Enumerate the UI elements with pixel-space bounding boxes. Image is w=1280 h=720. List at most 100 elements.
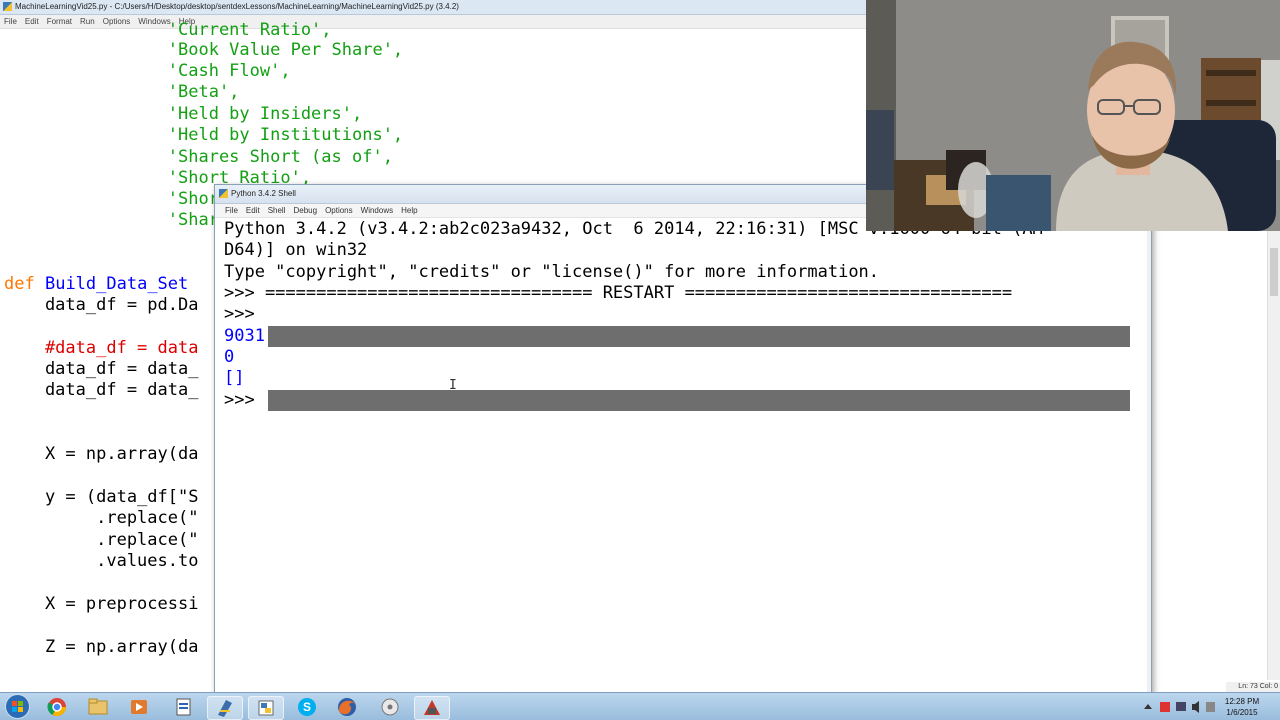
code-line: Z = np.array(da xyxy=(4,637,199,657)
code-string: 'Beta', xyxy=(167,82,240,102)
show-hidden-icons-icon xyxy=(1144,704,1152,709)
code-line: 'Held by Insiders', xyxy=(4,104,362,125)
shell-menu-shell[interactable]: Shell xyxy=(264,204,290,217)
shell-window: Python 3.4.2 Shell File Edit Shell Debug Opt… xyxy=(214,184,1152,694)
shell-restart-line: >>> ================================ RES… xyxy=(224,283,1013,303)
editor-scrollbar[interactable] xyxy=(1267,230,1280,680)
clock-time: 12:28 PM xyxy=(1224,697,1260,706)
webcam-overlay xyxy=(866,0,1280,231)
selection-highlight xyxy=(268,326,1130,347)
pdf-document-icon xyxy=(176,698,191,716)
code-keyword: def xyxy=(4,274,35,294)
network-icon xyxy=(1176,702,1186,711)
shell-menu-debug[interactable]: Debug xyxy=(289,204,321,217)
idle-editor-icon xyxy=(218,700,232,717)
code-line: 'Cash Flow', xyxy=(4,61,291,82)
camera-app-icon xyxy=(424,700,440,715)
taskbar-disk-tool[interactable] xyxy=(373,696,407,718)
taskbar-idle-editor[interactable] xyxy=(207,696,243,720)
taskbar-media-player[interactable] xyxy=(122,696,156,718)
svg-text:S: S xyxy=(303,700,311,714)
code-line: .replace(" xyxy=(4,508,199,528)
code-line: X = preprocessi xyxy=(4,594,199,614)
code-line-def: def Build_Data_Set xyxy=(4,274,188,295)
shell-output-line: 9031 xyxy=(224,326,265,346)
code-string: 'Held by Institutions', xyxy=(167,125,404,145)
media-player-icon xyxy=(131,700,147,714)
clock-date: 1/6/2015 xyxy=(1226,708,1258,717)
shell-output[interactable]: Python 3.4.2 (v3.4.2:ab2c023a9432, Oct 6… xyxy=(215,218,1151,693)
shell-menu-edit[interactable]: Edit xyxy=(242,204,264,217)
code-line: 'Beta', xyxy=(4,82,240,103)
code-line: 'Short xyxy=(4,189,229,210)
tray-icons xyxy=(1144,701,1215,713)
shell-menu-windows[interactable]: Windows xyxy=(357,204,397,217)
python-icon xyxy=(219,189,228,198)
code-line: data_df = pd.Da xyxy=(4,295,199,315)
flag-icon xyxy=(1160,702,1170,712)
text-cursor-icon: I xyxy=(449,378,457,393)
shell-menu-help[interactable]: Help xyxy=(397,204,421,217)
code-line: y = (data_df["S xyxy=(4,487,199,507)
shell-title: Python 3.4.2 Shell xyxy=(231,189,296,198)
code-line: .replace(" xyxy=(4,530,199,550)
code-line: data_df = data_ xyxy=(4,359,199,379)
code-line: 'Held by Institutions', xyxy=(4,125,403,146)
code-line: .values.to xyxy=(4,551,199,571)
editor-status: Ln: 73 Col: 0 xyxy=(1226,682,1280,692)
code-string: 'Held by Insiders', xyxy=(167,104,363,124)
taskbar: S 12:28 PM 1/6/2015 xyxy=(0,692,1280,720)
skype-icon: S xyxy=(298,698,316,716)
shell-menu-file[interactable]: File xyxy=(221,204,242,217)
taskbar-clock[interactable]: 12:28 PM 1/6/2015 xyxy=(1222,696,1262,718)
shell-menu-options[interactable]: Options xyxy=(321,204,357,217)
code-line: 'Shares Short (as of', xyxy=(4,147,393,168)
folder-icon xyxy=(88,698,108,715)
code-line: 'Book Value Per Share', xyxy=(4,40,403,61)
code-function-name: Build_Data_Set xyxy=(44,274,189,294)
start-button-icon[interactable] xyxy=(5,694,30,719)
firefox-icon xyxy=(338,698,356,716)
shell-banner-line: D64)] on win32 xyxy=(224,240,368,260)
display-icon xyxy=(1206,702,1215,712)
code-string: 'Current Ratio', xyxy=(167,20,332,40)
taskbar-pdf[interactable] xyxy=(166,696,200,718)
code-line: data_df = data_ xyxy=(4,380,199,400)
shell-scrollbar[interactable] xyxy=(1147,218,1151,693)
code-string: 'Book Value Per Share', xyxy=(167,40,404,60)
python-icon xyxy=(3,2,12,11)
desktop-screen: MachineLearningVid25.py - C:/Users/H/Des… xyxy=(0,0,1280,720)
chrome-icon xyxy=(47,698,66,717)
taskbar-skype[interactable]: S xyxy=(290,696,324,718)
code-line: 'Current Ratio', xyxy=(4,20,332,41)
shell-banner-line: Type "copyright", "credits" or "license(… xyxy=(224,262,880,282)
volume-icon xyxy=(1192,701,1199,713)
disk-icon xyxy=(381,698,399,716)
editor-scrollbar-thumb[interactable] xyxy=(1270,248,1278,296)
taskbar-camera-app[interactable] xyxy=(414,696,450,720)
webcam-image xyxy=(866,0,1280,231)
shell-prompt: >>> xyxy=(224,304,255,324)
code-string: 'Cash Flow', xyxy=(167,61,291,81)
taskbar-python-shell[interactable] xyxy=(248,696,284,720)
taskbar-file-explorer[interactable] xyxy=(81,696,115,718)
shell-prompt: >>> xyxy=(224,390,255,410)
taskbar-firefox[interactable] xyxy=(330,696,364,718)
taskbar-chrome[interactable] xyxy=(40,696,74,718)
python-shell-icon xyxy=(258,700,274,716)
shell-output-line: 0 xyxy=(224,347,235,367)
shell-output-line: [] xyxy=(224,368,245,388)
system-tray: 12:28 PM 1/6/2015 xyxy=(1140,693,1270,720)
code-string: 'Shares Short (as of', xyxy=(167,147,393,167)
code-comment: #data_df = data xyxy=(4,338,199,358)
code-line: X = np.array(da xyxy=(4,444,199,464)
